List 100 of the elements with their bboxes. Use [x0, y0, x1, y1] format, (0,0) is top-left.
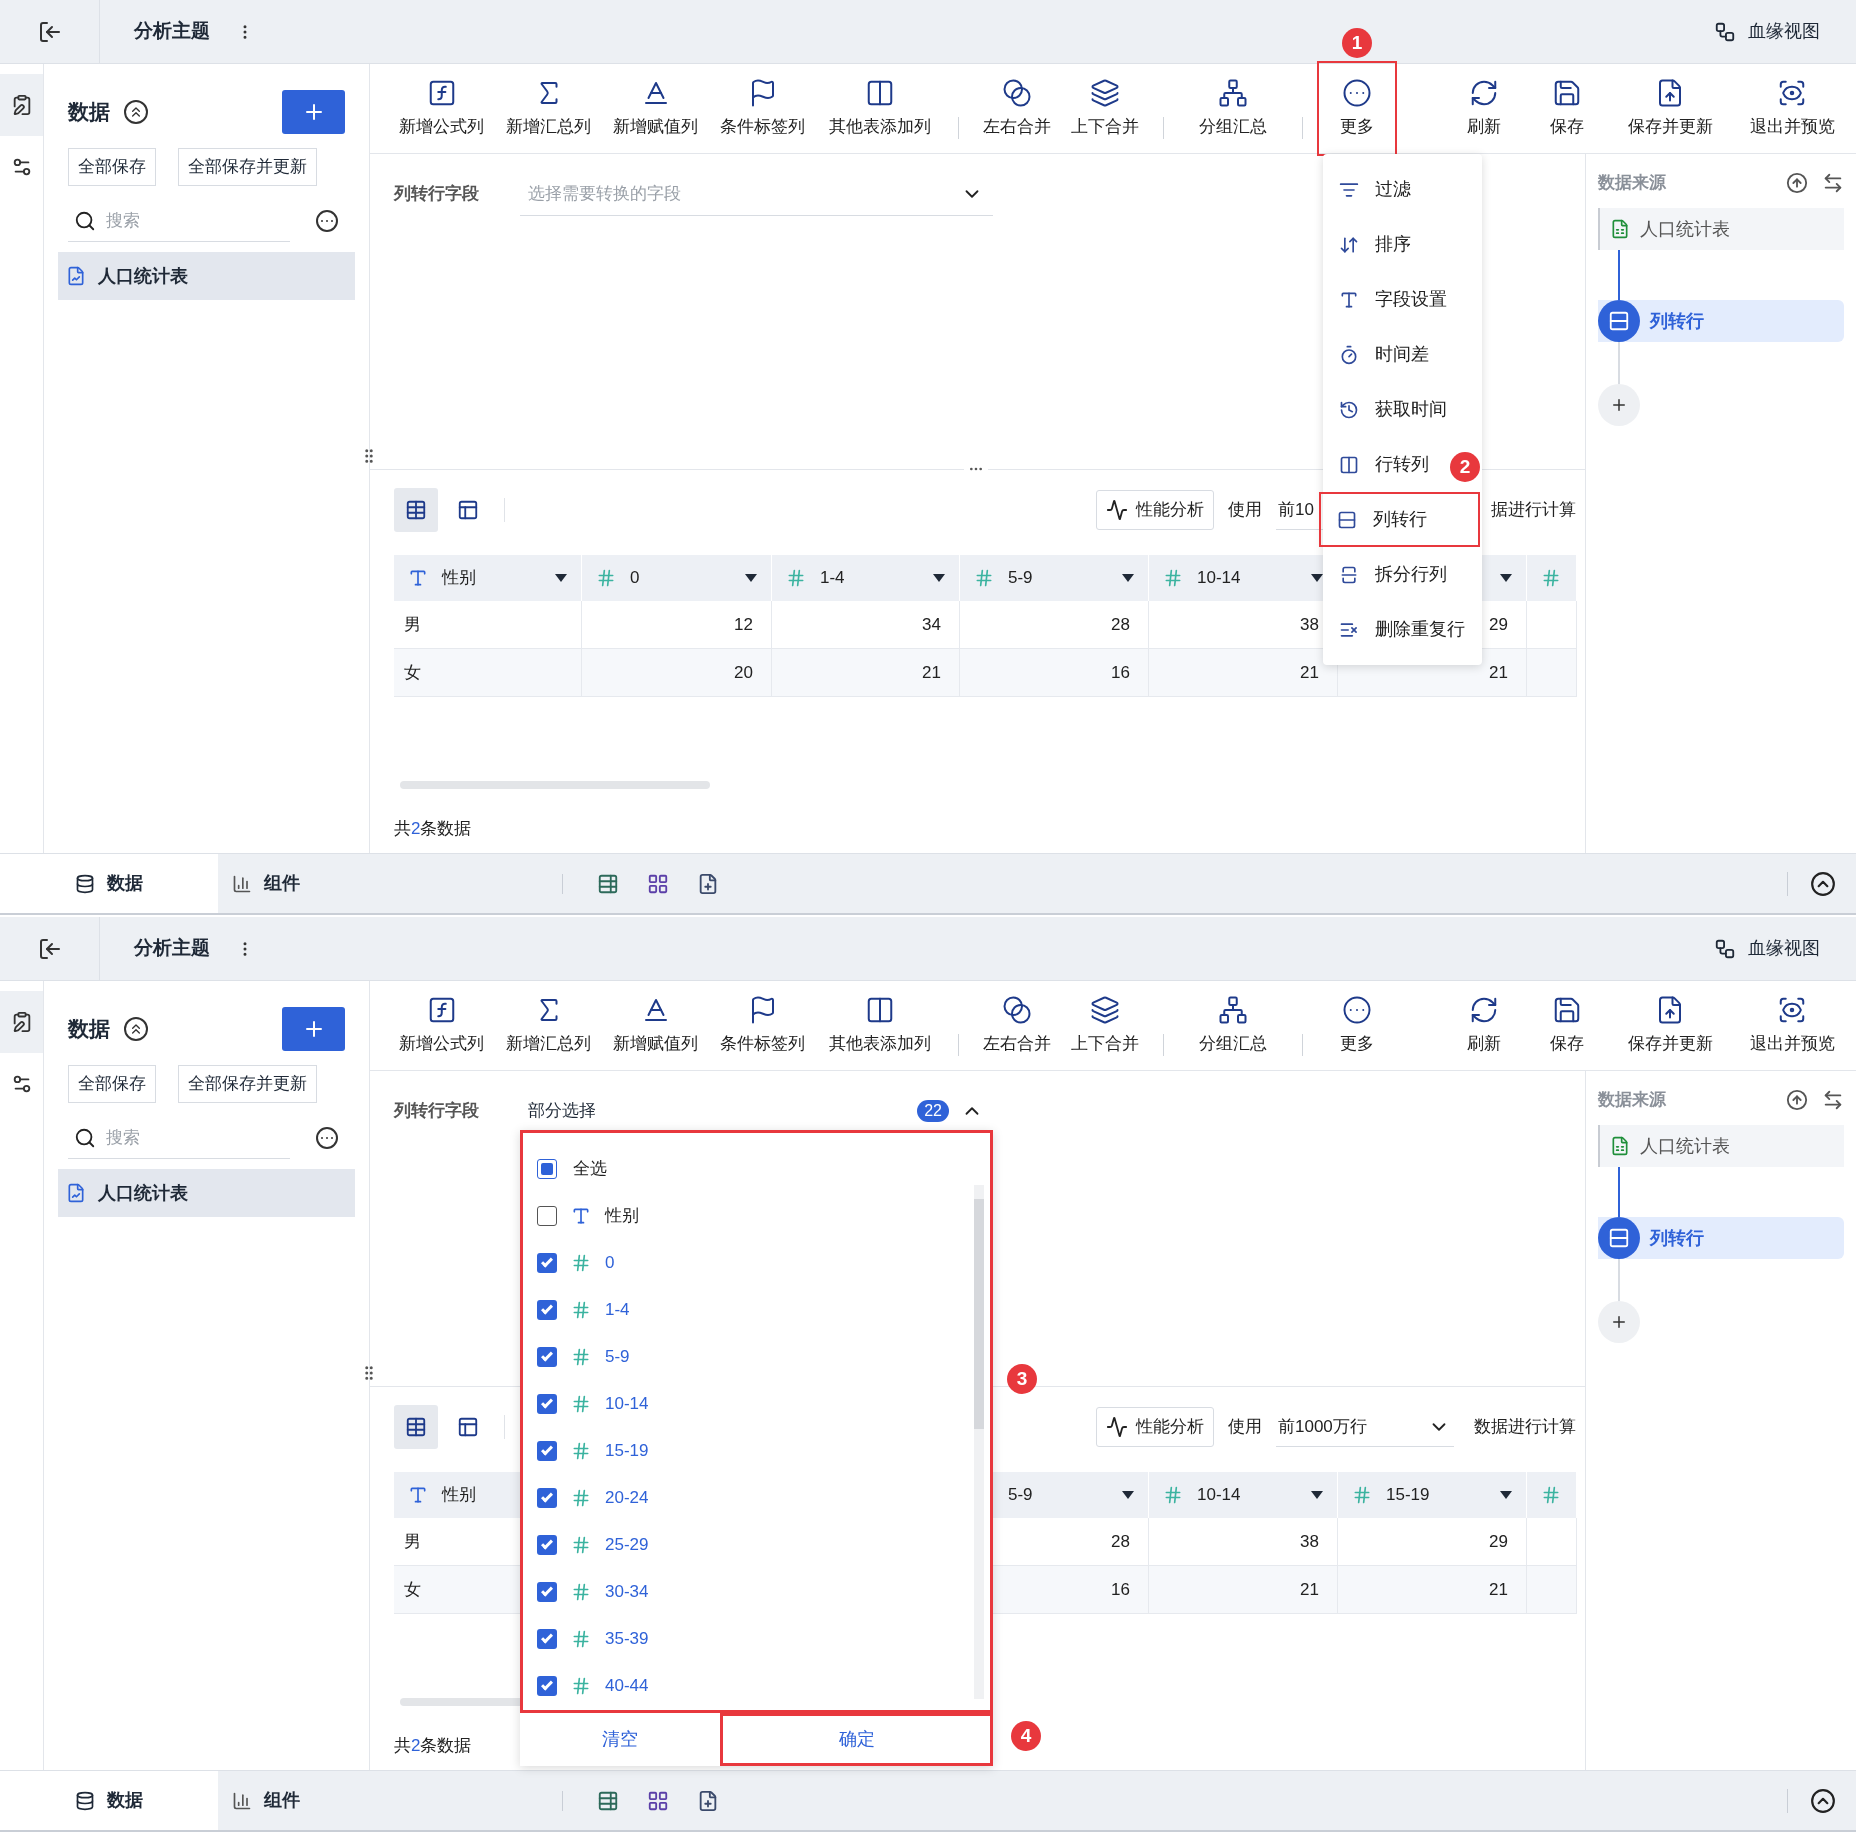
grid-view-button[interactable] [394, 488, 438, 532]
add-table-icon[interactable] [597, 1789, 619, 1812]
checkbox-row[interactable]: 5-9 [523, 1333, 990, 1380]
toolbar-button[interactable]: 保存 [1528, 981, 1606, 1070]
toolbar-button[interactable]: 分组汇总 [1178, 64, 1288, 153]
toolbar-button[interactable]: 刷新 [1440, 64, 1528, 153]
add-grid-icon[interactable] [647, 1789, 669, 1812]
checkbox-row[interactable]: 全选 [523, 1145, 990, 1192]
performance-button[interactable]: 性能分析 [1096, 490, 1214, 530]
checkbox-row[interactable]: 0 [523, 1239, 990, 1286]
grid-view-button[interactable] [394, 1405, 438, 1449]
save-all-button[interactable]: 全部保存 [68, 148, 156, 186]
checkbox-row[interactable]: 30-34 [523, 1568, 990, 1615]
checkbox-row[interactable]: 1-4 [523, 1286, 990, 1333]
upload-icon[interactable] [1786, 172, 1808, 194]
checkbox-row[interactable]: 25-29 [523, 1521, 990, 1568]
checkbox-row[interactable]: 40-44 [523, 1662, 990, 1709]
toolbar-button[interactable]: 新增赋值列 [602, 981, 709, 1070]
save-all-update-button[interactable]: 全部保存并更新 [178, 148, 317, 186]
more-icon[interactable] [315, 209, 339, 233]
checkbox[interactable] [537, 1252, 557, 1273]
toolbar-button[interactable]: 左右合并 [973, 981, 1061, 1070]
add-table-icon[interactable] [597, 872, 619, 895]
checkbox[interactable] [537, 1393, 557, 1414]
save-all-button[interactable]: 全部保存 [68, 1065, 156, 1103]
toolbar-button[interactable]: 退出并预览 [1734, 64, 1850, 153]
add-file-icon[interactable] [697, 1789, 719, 1812]
save-all-update-button[interactable]: 全部保存并更新 [178, 1065, 317, 1103]
table-list-item[interactable]: 人口统计表 [58, 1169, 355, 1217]
collapse-icon[interactable] [124, 100, 148, 124]
data-edit-tab[interactable] [0, 991, 43, 1053]
checkbox[interactable] [537, 1581, 557, 1602]
toolbar-button[interactable]: 上下合并 [1061, 981, 1149, 1070]
swap-icon[interactable] [1822, 1089, 1844, 1111]
toolbar-button[interactable]: 左右合并 [973, 64, 1061, 153]
collapse-icon[interactable] [124, 1017, 148, 1041]
add-button[interactable] [282, 90, 345, 134]
upload-icon[interactable] [1786, 1089, 1808, 1111]
more-icon[interactable] [315, 1126, 339, 1150]
add-button[interactable] [282, 1007, 345, 1051]
toolbar-button[interactable]: 更多 [1317, 981, 1397, 1070]
step-node[interactable]: 列转行 [1598, 300, 1844, 342]
toolbar-button[interactable]: 刷新 [1440, 981, 1528, 1070]
bottom-tab[interactable]: 数据 [0, 854, 218, 913]
toolbar-button[interactable]: 退出并预览 [1734, 981, 1850, 1070]
menu-item[interactable]: 排序 [1323, 217, 1482, 272]
bottom-tab[interactable]: 数据 [0, 1771, 218, 1830]
bottom-tab[interactable]: 组件 [218, 854, 314, 913]
confirm-button[interactable]: 确定 [720, 1713, 993, 1766]
search-field[interactable]: 搜索 [106, 1119, 276, 1156]
toolbar-button[interactable]: 新增公式列 [388, 64, 495, 153]
menu-item[interactable]: 字段设置 [1323, 272, 1482, 327]
toolbar-button[interactable]: 其他表添加列 [816, 64, 944, 153]
search-field[interactable]: 搜索 [106, 202, 276, 239]
toolbar-button[interactable]: 保存 [1528, 64, 1606, 153]
toolbar-button[interactable]: 保存并更新 [1606, 981, 1734, 1070]
checkbox[interactable] [537, 1205, 557, 1226]
toolbar-button[interactable]: 保存并更新 [1606, 64, 1734, 153]
row-limit-select[interactable]: 前1000万行 [1276, 1407, 1454, 1447]
exit-icon[interactable] [37, 19, 62, 44]
step-node[interactable]: 列转行 [1598, 1217, 1844, 1259]
toolbar-button[interactable]: 新增赋值列 [602, 64, 709, 153]
toolbar-button[interactable]: 条件标签列 [709, 64, 816, 153]
menu-item[interactable]: 过滤 [1323, 162, 1482, 217]
source-card[interactable]: 人口统计表 [1598, 208, 1844, 250]
checkbox-row[interactable]: 10-14 [523, 1380, 990, 1427]
expand-icon[interactable] [1810, 870, 1836, 897]
swap-icon[interactable] [1822, 172, 1844, 194]
menu-item[interactable]: 时间差 [1323, 327, 1482, 382]
source-card[interactable]: 人口统计表 [1598, 1125, 1844, 1167]
expand-icon[interactable] [1810, 1787, 1836, 1814]
menu-item[interactable]: 获取时间 [1323, 382, 1482, 437]
checkbox[interactable] [537, 1158, 557, 1179]
checkbox-row[interactable]: 35-39 [523, 1615, 990, 1662]
checkbox[interactable] [537, 1628, 557, 1649]
checkbox[interactable] [537, 1534, 557, 1555]
checkbox[interactable] [537, 1675, 557, 1696]
data-edit-tab[interactable] [0, 74, 43, 136]
checkbox[interactable] [537, 1299, 557, 1320]
clear-button[interactable]: 清空 [520, 1713, 720, 1766]
toolbar-button[interactable]: 分组汇总 [1178, 981, 1288, 1070]
table-list-item[interactable]: 人口统计表 [58, 252, 355, 300]
add-step-button[interactable] [1598, 384, 1640, 426]
checkbox-row[interactable]: 性别 [523, 1192, 990, 1239]
scrollbar[interactable] [400, 781, 710, 789]
checkbox[interactable] [537, 1346, 557, 1367]
performance-button[interactable]: 性能分析 [1096, 1407, 1214, 1447]
add-grid-icon[interactable] [647, 872, 669, 895]
checkbox-row[interactable]: 15-19 [523, 1427, 990, 1474]
menu-item[interactable]: 删除重复行 [1323, 602, 1482, 657]
bottom-tab[interactable]: 组件 [218, 1771, 314, 1830]
toolbar-button[interactable]: 上下合并 [1061, 64, 1149, 153]
toolbar-button[interactable]: 新增汇总列 [495, 981, 602, 1070]
lineage-view-button[interactable]: 血缘视图 [1714, 18, 1820, 45]
exit-icon[interactable] [37, 936, 62, 961]
add-file-icon[interactable] [697, 872, 719, 895]
scrollbar[interactable] [974, 1185, 984, 1699]
menu-item[interactable]: 列转行 [1319, 492, 1480, 547]
checkbox[interactable] [537, 1440, 557, 1461]
lineage-view-button[interactable]: 血缘视图 [1714, 935, 1820, 962]
